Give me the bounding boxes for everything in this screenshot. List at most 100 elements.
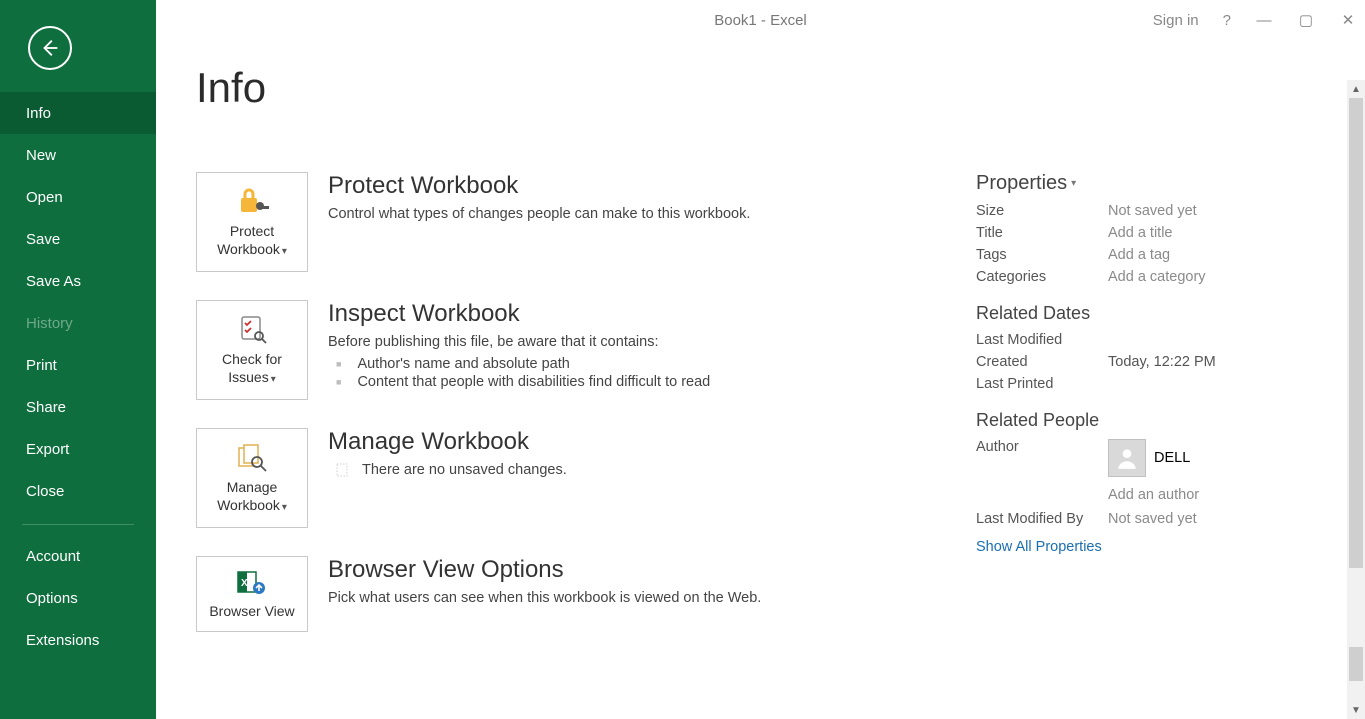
protect-workbook-button[interactable]: ProtectWorkbook▾ xyxy=(196,172,308,272)
scroll-thumb[interactable] xyxy=(1349,98,1363,568)
inspect-desc: Before publishing this file, be aware th… xyxy=(328,334,976,350)
prop-value-categories[interactable]: Add a category xyxy=(1108,269,1206,285)
tile-text: Check for xyxy=(222,351,282,367)
browser-view-desc: Pick what users can see when this workbo… xyxy=(328,590,976,606)
tile-text: Workbook xyxy=(217,497,280,513)
prop-value-created: Today, 12:22 PM xyxy=(1108,354,1216,370)
vertical-scrollbar[interactable]: ▲ ▼ xyxy=(1347,80,1365,719)
documents-search-icon xyxy=(235,442,269,472)
section-browser-view: X Browser View Browser View Options Pick… xyxy=(196,556,976,632)
related-dates-header: Related Dates xyxy=(976,303,1336,324)
prop-value-tags[interactable]: Add a tag xyxy=(1108,247,1170,263)
author-name: DELL xyxy=(1154,450,1190,466)
properties-header-text: Properties xyxy=(976,172,1067,195)
maximize-button[interactable]: ▢ xyxy=(1297,11,1315,29)
help-button[interactable]: ? xyxy=(1223,12,1231,29)
section-inspect: Check forIssues▾ Inspect Workbook Before… xyxy=(196,300,976,400)
nav-info[interactable]: Info xyxy=(0,92,156,134)
avatar-icon xyxy=(1108,439,1146,477)
manage-desc: There are no unsaved changes. xyxy=(362,462,567,478)
inspect-title: Inspect Workbook xyxy=(328,300,976,328)
excel-upload-icon: X xyxy=(235,568,269,596)
tile-text: Browser View xyxy=(209,603,294,619)
close-window-button[interactable]: ✕ xyxy=(1339,11,1357,29)
nav-label: Open xyxy=(26,189,63,206)
back-button[interactable] xyxy=(28,26,72,70)
nav-options[interactable]: Options xyxy=(0,577,156,619)
nav-account[interactable]: Account xyxy=(0,535,156,577)
nav-label: History xyxy=(26,315,73,332)
arrow-left-icon xyxy=(39,37,61,59)
add-author-link[interactable]: Add an author xyxy=(1108,487,1199,503)
prop-value-last-modified-by: Not saved yet xyxy=(1108,511,1197,527)
nav-export[interactable]: Export xyxy=(0,428,156,470)
nav-save-as[interactable]: Save As xyxy=(0,260,156,302)
window-title: Book1 - Excel xyxy=(714,12,807,29)
check-for-issues-button[interactable]: Check forIssues▾ xyxy=(196,300,308,400)
prop-label-last-printed: Last Printed xyxy=(976,376,1108,392)
tile-text: Manage xyxy=(227,479,278,495)
manage-workbook-button[interactable]: ManageWorkbook▾ xyxy=(196,428,308,528)
nav-print[interactable]: Print xyxy=(0,344,156,386)
minimize-button[interactable]: — xyxy=(1255,12,1273,29)
browser-view-title: Browser View Options xyxy=(328,556,976,584)
nav-label: Account xyxy=(26,548,80,565)
prop-label-title: Title xyxy=(976,225,1108,241)
properties-pane: Properties▾ SizeNot saved yet TitleAdd a… xyxy=(976,172,1336,660)
nav-new[interactable]: New xyxy=(0,134,156,176)
nav-label: Save As xyxy=(26,273,81,290)
nav-label: Extensions xyxy=(26,632,99,649)
browser-view-options-button[interactable]: X Browser View xyxy=(196,556,308,632)
nav-label: Print xyxy=(26,357,57,374)
nav-share[interactable]: Share xyxy=(0,386,156,428)
checklist-search-icon xyxy=(237,314,267,344)
show-all-properties-link[interactable]: Show All Properties xyxy=(976,539,1336,555)
nav-label: Export xyxy=(26,441,69,458)
prop-label-size: Size xyxy=(976,203,1108,219)
nav-label: New xyxy=(26,147,56,164)
prop-label-last-modified: Last Modified xyxy=(976,332,1108,348)
protect-title: Protect Workbook xyxy=(328,172,976,200)
info-panel: Info ProtectWorkbook▾ Protect Workbook C… xyxy=(156,40,1347,719)
inspect-bullet: Author's name and absolute path xyxy=(328,356,976,372)
nav-separator xyxy=(22,524,134,525)
nav-label: Save xyxy=(26,231,60,248)
tile-text: Workbook xyxy=(217,241,280,257)
scroll-thumb[interactable] xyxy=(1349,647,1363,681)
prop-label-author: Author xyxy=(976,439,1108,455)
document-icon xyxy=(334,462,350,478)
nav-label: Info xyxy=(26,105,51,122)
page-title: Info xyxy=(196,64,1347,112)
section-protect: ProtectWorkbook▾ Protect Workbook Contro… xyxy=(196,172,976,272)
nav-open[interactable]: Open xyxy=(0,176,156,218)
prop-label-created: Created xyxy=(976,354,1108,370)
manage-title: Manage Workbook xyxy=(328,428,976,456)
nav-label: Share xyxy=(26,399,66,416)
nav-close[interactable]: Close xyxy=(0,470,156,512)
nav-label: Options xyxy=(26,590,78,607)
related-people-header: Related People xyxy=(976,410,1336,431)
title-bar: Book1 - Excel Sign in ? — ▢ ✕ xyxy=(156,0,1365,40)
nav-history: History xyxy=(0,302,156,344)
scroll-up-button[interactable]: ▲ xyxy=(1347,80,1365,98)
sign-in-link[interactable]: Sign in xyxy=(1153,12,1199,29)
backstage-sidebar: Info New Open Save Save As History Print… xyxy=(0,0,156,719)
nav-label: Close xyxy=(26,483,64,500)
scroll-down-button[interactable]: ▼ xyxy=(1347,701,1365,719)
inspect-bullet: Content that people with disabilities fi… xyxy=(328,374,976,390)
author-entry[interactable]: DELL xyxy=(1108,439,1199,477)
prop-label-categories: Categories xyxy=(976,269,1108,285)
prop-value-title[interactable]: Add a title xyxy=(1108,225,1173,241)
nav-save[interactable]: Save xyxy=(0,218,156,260)
prop-value-size: Not saved yet xyxy=(1108,203,1197,219)
tile-text: Protect xyxy=(230,223,274,239)
lock-key-icon xyxy=(235,186,269,216)
protect-desc: Control what types of changes people can… xyxy=(328,206,976,222)
prop-label-tags: Tags xyxy=(976,247,1108,263)
properties-dropdown[interactable]: Properties▾ xyxy=(976,172,1336,195)
tile-text: Issues xyxy=(228,369,268,385)
prop-label-last-modified-by: Last Modified By xyxy=(976,511,1108,527)
nav-extensions[interactable]: Extensions xyxy=(0,619,156,661)
scroll-track[interactable] xyxy=(1347,98,1365,701)
section-manage: ManageWorkbook▾ Manage Workbook There ar… xyxy=(196,428,976,528)
